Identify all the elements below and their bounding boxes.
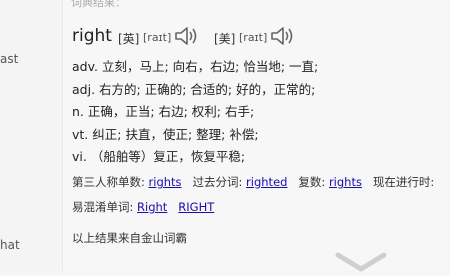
- plural-label: 复数:: [298, 175, 326, 189]
- plural-link[interactable]: rights: [329, 175, 362, 189]
- chevron-down-icon[interactable]: [335, 250, 387, 276]
- third-person-link[interactable]: rights: [149, 175, 182, 189]
- definition-text: 右方的; 正确的; 合适的; 好的，正常的;: [99, 82, 316, 97]
- part-of-speech: adv.: [72, 59, 98, 74]
- phonetic-uk-label: [英]: [118, 32, 140, 46]
- speaker-icon[interactable]: [173, 24, 201, 52]
- confusable-link[interactable]: RIGHT: [178, 200, 214, 214]
- part-of-speech: vi.: [72, 149, 87, 164]
- definition-line: adj. 右方的; 正确的; 合适的; 好的，正常的;: [72, 79, 315, 98]
- source-note: 以上结果来自金山词霸: [72, 231, 187, 245]
- confusables-label: 易混淆单词:: [72, 200, 134, 214]
- sidebar-text-fragment: ast: [0, 52, 19, 66]
- definition-line: adv. 立刻，马上; 向右，右边; 恰当地; 一直;: [72, 56, 318, 75]
- headword: right: [72, 26, 112, 46]
- definition-text: 立刻，马上; 向右，右边; 恰当地; 一直;: [101, 59, 319, 74]
- definition-line: vi. （船舶等）复正，恢复平稳;: [72, 146, 245, 165]
- phonetic-us-ipa: [raɪt]: [239, 31, 268, 44]
- part-of-speech: n.: [72, 104, 84, 119]
- speaker-icon[interactable]: [269, 24, 297, 52]
- phonetic-uk-ipa: [raɪt]: [143, 31, 172, 44]
- part-of-speech: vt.: [72, 127, 89, 142]
- part-of-speech: adj.: [72, 82, 96, 97]
- confusable-link[interactable]: Right: [137, 200, 167, 214]
- definition-text: 正确，正当; 右边; 权利; 右手;: [87, 104, 255, 119]
- confusable-words: 易混淆单词: Right RIGHT: [72, 199, 214, 215]
- past-participle-link[interactable]: righted: [246, 175, 287, 189]
- third-person-label: 第三人称单数:: [72, 175, 145, 189]
- left-sidebar: ast hat: [0, 0, 63, 271]
- sidebar-text-fragment: hat: [0, 238, 20, 252]
- definition-line: vt. 纠正; 扶直，使正; 整理; 补偿;: [72, 124, 259, 143]
- definition-text: （船舶等）复正，恢复平稳;: [90, 149, 246, 164]
- definition-text: 纠正; 扶直，使正; 整理; 补偿;: [92, 127, 259, 142]
- word-forms: 第三人称单数: rights 过去分词: righted 复数: rights …: [72, 174, 434, 190]
- present-participle-label: 现在进行时:: [372, 175, 435, 189]
- phonetic-us-label: [美]: [214, 32, 236, 46]
- dictionary-result-panel: 词典结果： right [英] [raɪt] [美] [raɪt] adv. 立…: [63, 0, 450, 272]
- definition-line: n. 正确，正当; 右边; 权利; 右手;: [72, 101, 254, 120]
- past-participle-label: 过去分词:: [192, 175, 243, 189]
- result-header: 词典结果：: [71, 0, 126, 9]
